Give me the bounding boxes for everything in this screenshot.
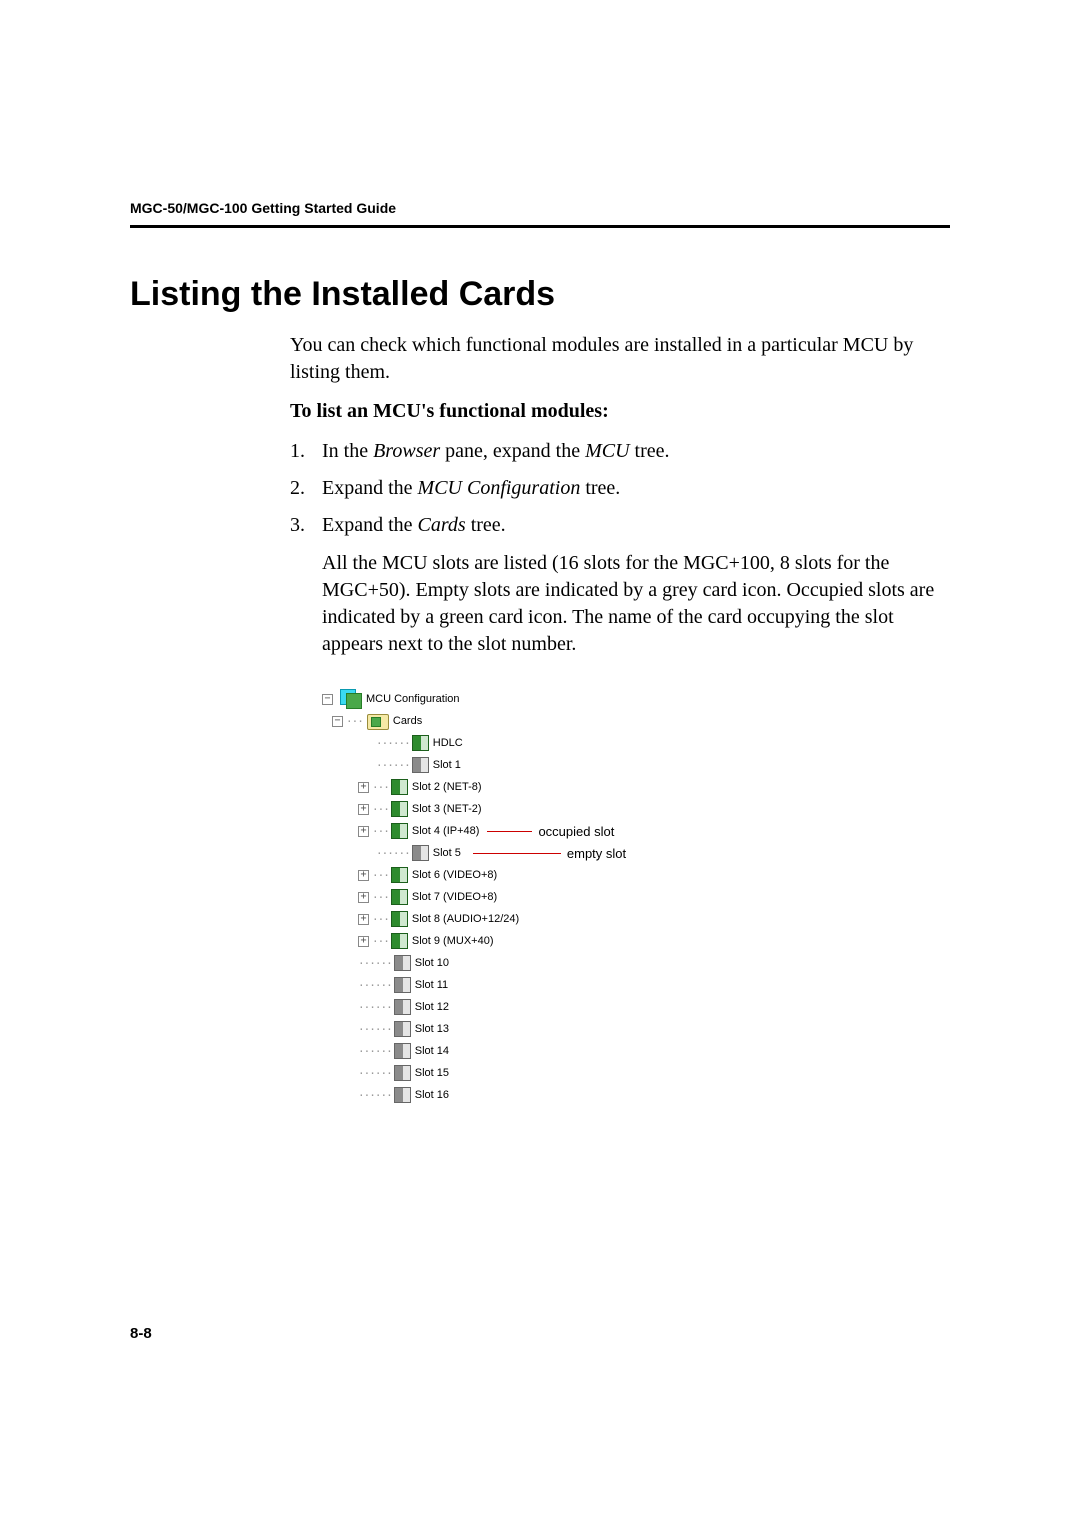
running-head: MGC-50/MGC-100 Getting Started Guide — [130, 200, 396, 216]
tree-label: Slot 14 — [415, 1046, 449, 1057]
text: Expand the — [322, 514, 418, 536]
tree-label: Slot 12 — [415, 1002, 449, 1013]
step-1: 1. In the Browser pane, expand the MCU t… — [290, 437, 950, 466]
tree-label: Slot 7 (VIDEO+8) — [412, 892, 497, 903]
tree-node-slot-3[interactable]: +··· Slot 3 (NET-2) — [322, 798, 950, 820]
expand-icon[interactable]: + — [358, 804, 369, 815]
tree-label: Slot 4 (IP+48) — [412, 826, 480, 837]
step-number: 2. — [290, 474, 322, 503]
expand-icon[interactable]: + — [358, 936, 369, 947]
card-occupied-icon — [391, 823, 408, 839]
tree-label: Slot 10 — [415, 958, 449, 969]
page-number: 8-8 — [130, 1325, 152, 1342]
text: tree. — [580, 477, 620, 499]
emph: MCU — [585, 440, 629, 462]
emph: MCU Configuration — [418, 477, 581, 499]
tree-node-slot-4[interactable]: +··· Slot 4 (IP+48) occupied slot — [322, 820, 950, 842]
expand-icon[interactable]: − — [322, 694, 333, 705]
text: In the — [322, 440, 373, 462]
tree-label: Slot 6 (VIDEO+8) — [412, 870, 497, 881]
expand-icon[interactable]: − — [332, 716, 343, 727]
card-empty-icon — [412, 845, 429, 861]
text: tree. — [466, 514, 506, 536]
tree-label: Slot 2 (NET-8) — [412, 782, 482, 793]
tree-node-slot-11[interactable]: ······ Slot 11 — [322, 974, 950, 996]
callout-line — [473, 853, 561, 854]
card-occupied-icon — [391, 867, 408, 883]
card-occupied-icon — [391, 801, 408, 817]
tree-label: HDLC — [433, 738, 463, 749]
tree-node-slot-12[interactable]: ······ Slot 12 — [322, 996, 950, 1018]
text: tree. — [630, 440, 670, 462]
card-occupied-icon — [412, 735, 429, 751]
card-empty-icon — [394, 1087, 411, 1103]
tree-label: Slot 1 — [433, 760, 461, 771]
card-occupied-icon — [391, 779, 408, 795]
tree-node-slot-8[interactable]: +··· Slot 8 (AUDIO+12/24) — [322, 908, 950, 930]
subheading: To list an MCU's functional modules: — [290, 398, 950, 425]
step-2: 2. Expand the MCU Configuration tree. — [290, 474, 950, 503]
tree-label: Slot 3 (NET-2) — [412, 804, 482, 815]
text: pane, expand the — [440, 440, 585, 462]
tree-label: Slot 8 (AUDIO+12/24) — [412, 914, 519, 925]
callout-occupied: occupied slot — [538, 825, 614, 838]
emph: Cards — [418, 514, 466, 536]
expand-icon[interactable]: + — [358, 782, 369, 793]
intro-paragraph: You can check which functional modules a… — [290, 332, 950, 386]
card-empty-icon — [394, 955, 411, 971]
card-empty-icon — [394, 1065, 411, 1081]
horizontal-rule — [130, 225, 950, 228]
card-empty-icon — [394, 977, 411, 993]
tree-node-slot-9[interactable]: +··· Slot 9 (MUX+40) — [322, 930, 950, 952]
tree-node-slot-10[interactable]: ······ Slot 10 — [322, 952, 950, 974]
step-number: 1. — [290, 437, 322, 466]
body: You can check which functional modules a… — [290, 332, 950, 1106]
tree-node-slot-5[interactable]: ······ Slot 5 empty slot — [322, 842, 950, 864]
text: Expand the — [322, 477, 418, 499]
card-empty-icon — [394, 1043, 411, 1059]
expand-icon[interactable]: + — [358, 914, 369, 925]
page-title: Listing the Installed Cards — [130, 275, 950, 314]
expand-icon[interactable]: + — [358, 870, 369, 881]
tree-node-mcu-configuration[interactable]: − MCU Configuration — [322, 688, 950, 710]
expand-icon[interactable]: + — [358, 826, 369, 837]
tree-label: Slot 9 (MUX+40) — [412, 936, 494, 947]
expand-icon[interactable]: + — [358, 892, 369, 903]
tree-node-slot-13[interactable]: ······ Slot 13 — [322, 1018, 950, 1040]
tree-label: MCU Configuration — [366, 694, 460, 705]
card-occupied-icon — [391, 933, 408, 949]
callout-empty: empty slot — [567, 847, 626, 860]
tree-label: Slot 5 — [433, 848, 461, 859]
card-empty-icon — [394, 1021, 411, 1037]
card-occupied-icon — [391, 911, 408, 927]
callout-line — [487, 831, 532, 832]
tree-node-slot-1[interactable]: ······ Slot 1 — [322, 754, 950, 776]
tree-node-slot-15[interactable]: ······ Slot 15 — [322, 1062, 950, 1084]
card-occupied-icon — [391, 889, 408, 905]
tree-label: Slot 11 — [415, 980, 448, 991]
folder-icon — [367, 712, 389, 730]
tree-node-slot-6[interactable]: +··· Slot 6 (VIDEO+8) — [322, 864, 950, 886]
tree-label: Slot 13 — [415, 1024, 449, 1035]
tree-node-hdlc[interactable]: ······ HDLC — [322, 732, 950, 754]
step-number: 3. — [290, 511, 322, 670]
tree-label: Slot 16 — [415, 1090, 449, 1101]
step-3-body: All the MCU slots are listed (16 slots f… — [322, 550, 950, 658]
step-3: 3. Expand the Cards tree. All the MCU sl… — [290, 511, 950, 670]
tree-node-slot-16[interactable]: ······ Slot 16 — [322, 1084, 950, 1106]
tree-node-cards[interactable]: − ··· Cards — [322, 710, 950, 732]
tree-label: Cards — [393, 716, 422, 727]
emph: Browser — [373, 440, 440, 462]
tree-label: Slot 15 — [415, 1068, 449, 1079]
tree-node-slot-2[interactable]: +··· Slot 2 (NET-8) — [322, 776, 950, 798]
card-empty-icon — [394, 999, 411, 1015]
page: MGC-50/MGC-100 Getting Started Guide Lis… — [0, 0, 1080, 1528]
config-icon — [340, 689, 362, 709]
card-empty-icon — [412, 757, 429, 773]
steps-list: 1. In the Browser pane, expand the MCU t… — [290, 437, 950, 670]
tree-node-slot-14[interactable]: ······ Slot 14 — [322, 1040, 950, 1062]
tree-view: − MCU Configuration − ··· Cards ······ H… — [322, 688, 950, 1106]
tree-node-slot-7[interactable]: +··· Slot 7 (VIDEO+8) — [322, 886, 950, 908]
